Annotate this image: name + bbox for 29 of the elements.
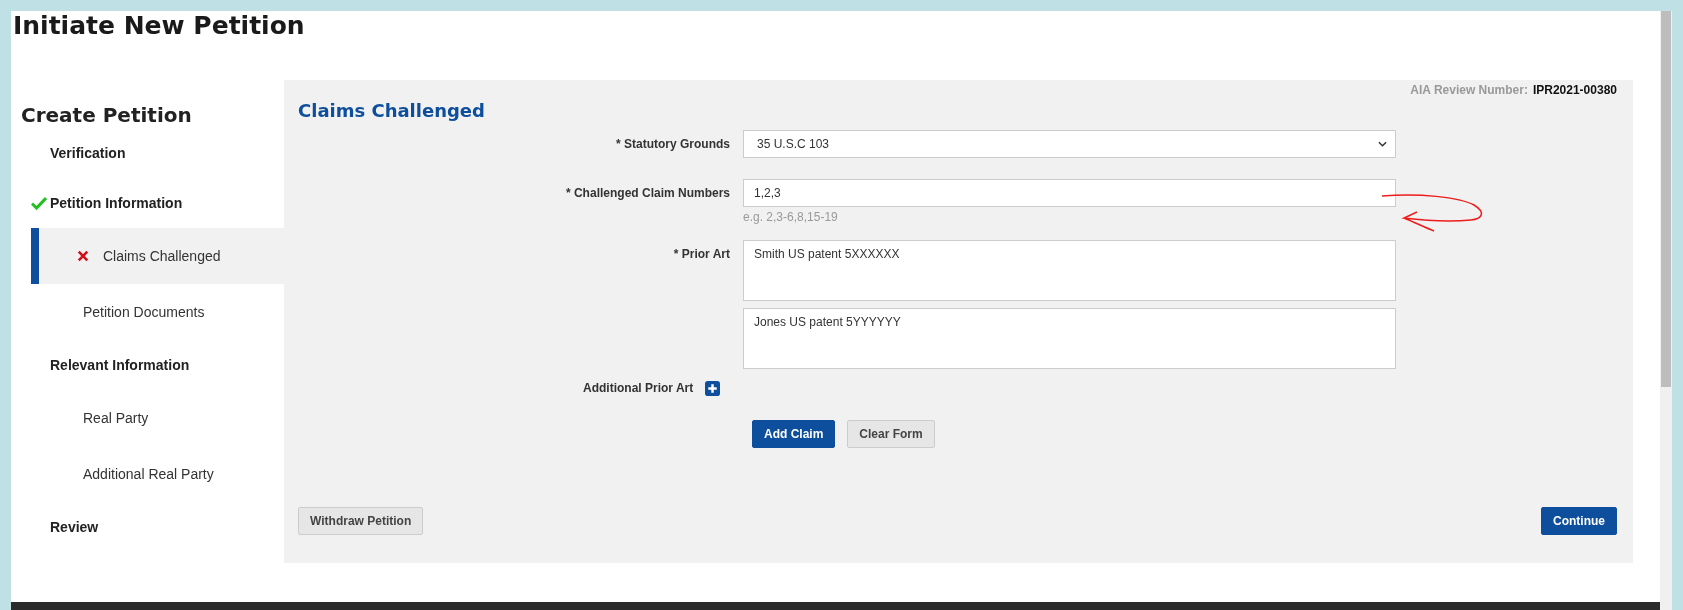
additional-prior-art-label: Additional Prior Art xyxy=(583,381,694,395)
chevron-icon xyxy=(1378,141,1387,147)
continue-button[interactable]: Continue xyxy=(1541,507,1617,535)
add-icon[interactable] xyxy=(705,380,721,396)
field-label: * Prior Art xyxy=(672,246,730,263)
field-label: * Challenged Claim Numbers xyxy=(564,185,730,202)
sidebar-item[interactable]: Claims Challenged xyxy=(31,228,284,284)
prior-art-field[interactable]: Smith US patent 5XXXXXX xyxy=(743,240,1396,301)
sidebar-item[interactable]: Relevant Information xyxy=(11,340,284,390)
add-claim-button[interactable]: Add Claim xyxy=(752,420,836,448)
sidebar-item[interactable]: Real Party xyxy=(31,390,284,446)
sidebar-item[interactable]: Petition Information xyxy=(11,178,284,228)
sidebar-item[interactable]: Additional Real Party xyxy=(31,446,284,502)
sidebar-item[interactable]: Review xyxy=(11,502,284,552)
withdraw-button[interactable]: Withdraw Petition xyxy=(298,507,424,535)
claim-numbers-field[interactable]: 1,2,3 xyxy=(743,179,1396,207)
field-hint: e.g. 2,3-6,8,15-19 xyxy=(743,210,839,224)
prior-art-field[interactable]: Jones US patent 5YYYYYY xyxy=(743,308,1396,369)
page-title: Initiate New Petition xyxy=(12,11,306,41)
field-label: * Statutory Grounds xyxy=(615,136,730,153)
section-heading: Claims Challenged xyxy=(298,99,486,123)
sidebar-item[interactable]: Petition Documents xyxy=(31,284,284,340)
review-number: IPR2021-00380 xyxy=(1532,83,1617,97)
sidebar-item[interactable]: Verification xyxy=(11,128,284,178)
scrollbar[interactable] xyxy=(1660,11,1672,610)
clear-form-button[interactable]: Clear Form xyxy=(847,420,935,448)
review-number-label: AIA Review Number: xyxy=(1410,83,1528,97)
statutory-grounds-select[interactable]: 35 U.S.C 103 xyxy=(743,130,1396,158)
sidebar-title: Create Petition xyxy=(20,102,193,128)
